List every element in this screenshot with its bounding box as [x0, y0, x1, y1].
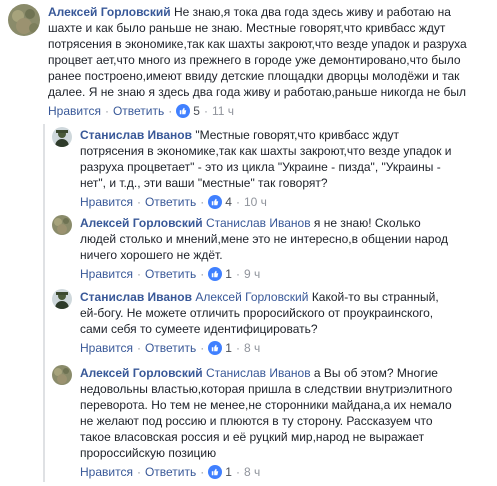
thumbs-up-icon — [176, 104, 191, 118]
reply-link[interactable]: Ответить — [145, 340, 196, 356]
like-link[interactable]: Нравится — [80, 340, 133, 356]
thumbs-up-icon — [208, 341, 223, 355]
reply-comment: Алексей Горловский Станислав Иванов а Вы… — [52, 365, 492, 480]
comment-text: Станислав Иванов Алексей Горловский Како… — [80, 290, 439, 336]
reactions[interactable]: 1 — [208, 266, 232, 282]
reply-comment: Станислав Иванов "Местные говорят,что кр… — [52, 127, 492, 210]
comment-author[interactable]: Станислав Иванов — [80, 128, 192, 142]
reactions[interactable]: 5 — [176, 103, 200, 119]
avatar[interactable] — [52, 215, 72, 235]
comment-actions: Нравится · Ответить · 4 · 10 ч — [80, 194, 267, 210]
reply-link[interactable]: Ответить — [145, 266, 196, 282]
thumbs-up-icon — [208, 267, 223, 281]
comment-text: Алексей Горловский Не знаю,я тока два го… — [48, 5, 467, 99]
thumbs-up-icon — [208, 465, 223, 479]
like-link[interactable]: Нравится — [80, 266, 133, 282]
reply-comment: Станислав Иванов Алексей Горловский Како… — [52, 289, 492, 356]
comment-author[interactable]: Станислав Иванов — [80, 290, 192, 304]
reactions[interactable]: 4 — [208, 194, 232, 210]
avatar[interactable] — [52, 289, 72, 309]
reply-comment: Алексей Горловский Станислав Иванов я не… — [52, 215, 492, 282]
mention-link[interactable]: Алексей Горловский — [195, 290, 308, 304]
mention-link[interactable]: Станислав Иванов — [206, 216, 311, 230]
comment-top: Алексей Горловский Не знаю,я тока два го… — [8, 4, 493, 119]
reply-link[interactable]: Ответить — [145, 194, 196, 210]
like-link[interactable]: Нравится — [80, 464, 133, 480]
comment-actions: Нравится · Ответить · 1 · 8 ч — [80, 340, 261, 356]
timestamp[interactable]: 8 ч — [244, 464, 260, 480]
like-link[interactable]: Нравится — [80, 194, 133, 210]
timestamp[interactable]: 10 ч — [244, 194, 267, 210]
comment-text: Станислав Иванов "Местные говорят,что кр… — [80, 128, 452, 190]
comment-actions: Нравится · Ответить · 1 · 8 ч — [80, 464, 261, 480]
avatar[interactable] — [8, 4, 40, 36]
thumbs-up-icon — [208, 195, 223, 209]
avatar[interactable] — [52, 127, 72, 147]
comment-author[interactable]: Алексей Горловский — [48, 5, 171, 19]
comment-text: Алексей Горловский Станислав Иванов я не… — [80, 216, 449, 262]
reply-link[interactable]: Ответить — [113, 103, 164, 119]
comment-author[interactable]: Алексей Горловский — [80, 216, 203, 230]
reply-thread-line — [43, 124, 45, 482]
reactions[interactable]: 1 — [208, 464, 232, 480]
comment-actions: Нравится · Ответить · 5 · 11 ч — [48, 103, 234, 119]
timestamp[interactable]: 8 ч — [244, 340, 260, 356]
timestamp[interactable]: 11 ч — [212, 103, 234, 119]
comment-text: Алексей Горловский Станислав Иванов а Вы… — [80, 366, 453, 460]
reply-link[interactable]: Ответить — [145, 464, 196, 480]
reactions[interactable]: 1 — [208, 340, 232, 356]
comment-actions: Нравится · Ответить · 1 · 9 ч — [80, 266, 261, 282]
mention-link[interactable]: Станислав Иванов — [206, 366, 311, 380]
comment-author[interactable]: Алексей Горловский — [80, 366, 203, 380]
like-link[interactable]: Нравится — [48, 103, 101, 119]
timestamp[interactable]: 9 ч — [244, 266, 260, 282]
avatar[interactable] — [52, 365, 72, 385]
